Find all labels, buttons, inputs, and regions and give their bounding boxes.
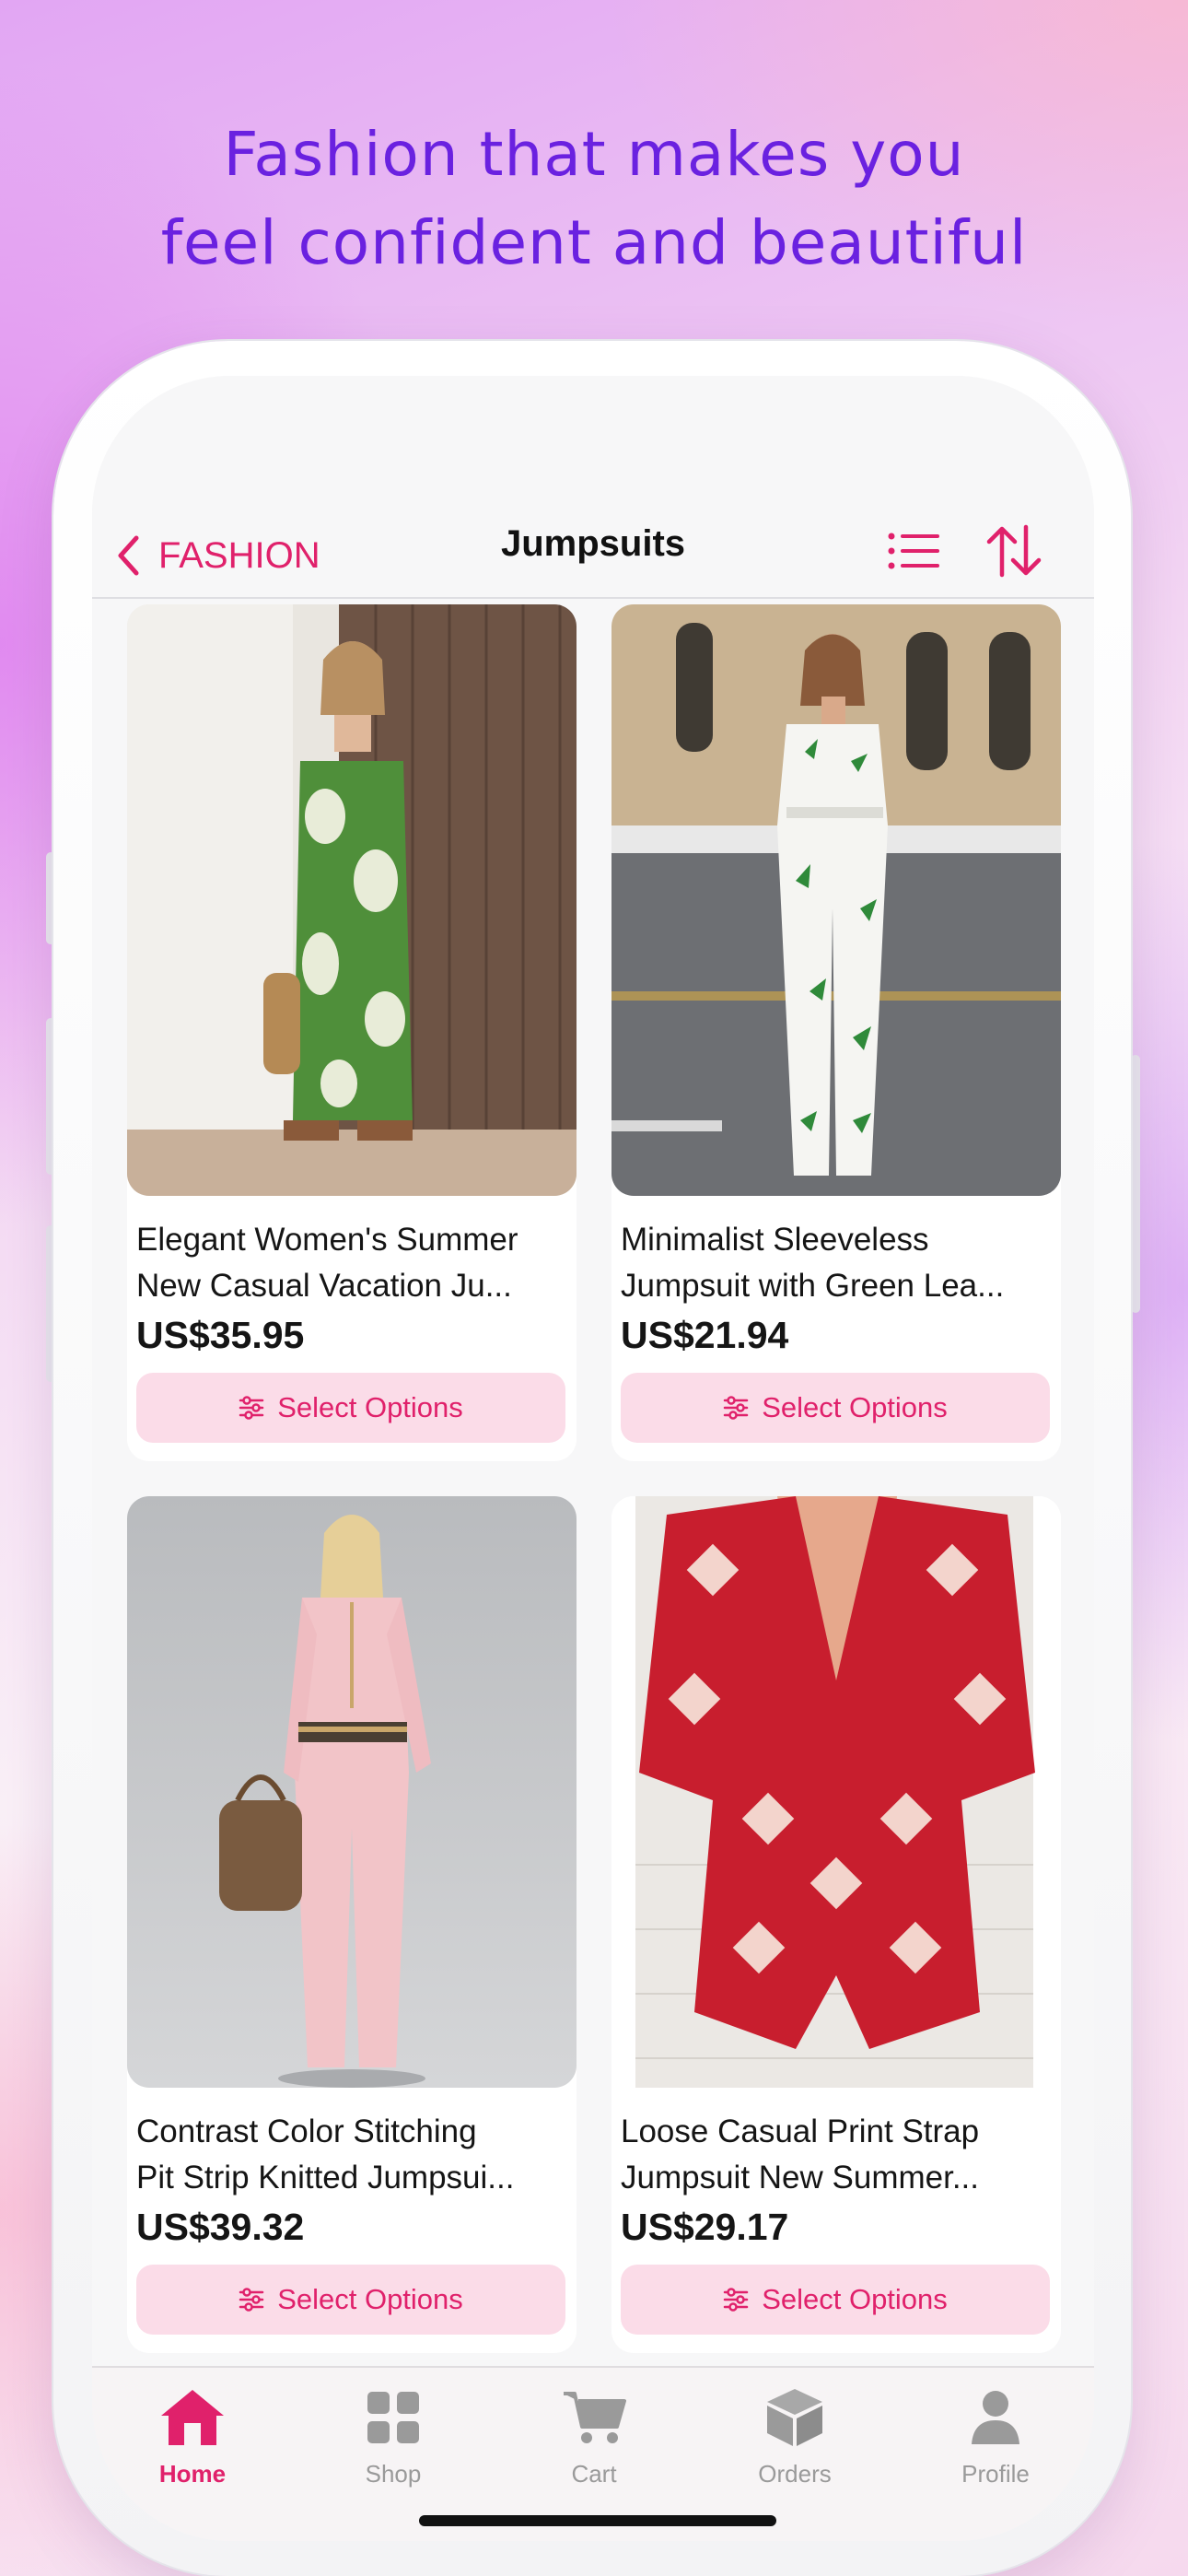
product-title-line-1: Elegant Women's Summer xyxy=(136,1222,518,1258)
product-card[interactable]: Loose Casual Print Strap Jumpsuit New Su… xyxy=(611,1496,1061,2353)
product-title[interactable]: Loose Casual Print Strap Jumpsuit New Su… xyxy=(621,2109,1052,2201)
grid-icon xyxy=(367,2392,419,2443)
product-card[interactable]: Contrast Color Stitching Pit Strip Knitt… xyxy=(127,1496,577,2353)
product-image[interactable] xyxy=(611,604,1061,1196)
product-image[interactable] xyxy=(611,1496,1061,2088)
product-title[interactable]: Minimalist Sleeveless Jumpsuit with Gree… xyxy=(621,1217,1052,1309)
product-title-line-2: Jumpsuit with Green Lea... xyxy=(621,1268,1005,1304)
sort-button[interactable] xyxy=(984,523,1044,583)
list-icon xyxy=(888,533,939,569)
tab-label: Home xyxy=(158,2460,227,2488)
product-card[interactable]: Minimalist Sleeveless Jumpsuit with Gree… xyxy=(611,604,1061,1461)
tab-label: Profile xyxy=(961,2460,1030,2488)
box-icon xyxy=(767,2389,822,2446)
headline-line-1: Fashion that makes you xyxy=(223,119,965,190)
tab-shop[interactable]: Shop xyxy=(293,2384,494,2488)
product-image[interactable] xyxy=(127,1496,577,2088)
headline-line-2: feel confident and beautiful xyxy=(160,207,1028,278)
select-options-label: Select Options xyxy=(762,2283,948,2315)
home-icon xyxy=(161,2390,224,2445)
tab-profile[interactable]: Profile xyxy=(895,2384,1094,2488)
sort-icon xyxy=(986,524,1042,578)
product-price: US$39.32 xyxy=(136,2206,305,2248)
sliders-icon xyxy=(723,2288,749,2312)
product-price: US$29.17 xyxy=(621,2206,789,2248)
tab-label: Orders xyxy=(758,2460,832,2488)
list-view-button[interactable] xyxy=(886,523,941,583)
select-options-label: Select Options xyxy=(762,1391,948,1423)
product-title-line-1: Contrast Color Stitching xyxy=(136,2113,477,2149)
product-title-line-1: Minimalist Sleeveless xyxy=(621,1222,929,1258)
product-title[interactable]: Contrast Color Stitching Pit Strip Knitt… xyxy=(136,2109,567,2201)
product-image[interactable] xyxy=(127,604,577,1196)
tab-home[interactable]: Home xyxy=(92,2384,293,2488)
product-title-line-1: Loose Casual Print Strap xyxy=(621,2113,980,2149)
navigation-bar: FASHION Jumpsuits xyxy=(92,376,1094,599)
select-options-button[interactable]: Select Options xyxy=(136,2265,565,2335)
product-title-line-2: Jumpsuit New Summer... xyxy=(621,2160,979,2195)
person-icon xyxy=(972,2391,1019,2444)
select-options-label: Select Options xyxy=(277,2283,463,2315)
sliders-icon xyxy=(239,2288,264,2312)
home-indicator[interactable] xyxy=(419,2515,776,2526)
cart-icon xyxy=(564,2392,626,2443)
marketing-headline: Fashion that makes you feel confident an… xyxy=(0,111,1188,287)
phone-screen: FASHION Jumpsuits Elegant Women's Summer… xyxy=(92,376,1094,2541)
product-title-line-2: Pit Strip Knitted Jumpsui... xyxy=(136,2160,515,2195)
select-options-button[interactable]: Select Options xyxy=(621,2265,1050,2335)
page-title: Jumpsuits xyxy=(500,523,686,564)
product-card[interactable]: Elegant Women's Summer New Casual Vacati… xyxy=(127,604,577,1461)
select-options-label: Select Options xyxy=(277,1391,463,1423)
product-title-line-2: New Casual Vacation Ju... xyxy=(136,1268,512,1304)
tab-orders[interactable]: Orders xyxy=(694,2384,895,2488)
select-options-button[interactable]: Select Options xyxy=(621,1373,1050,1443)
tab-cart[interactable]: Cart xyxy=(494,2384,694,2488)
sliders-icon xyxy=(723,1396,749,1420)
tab-label: Cart xyxy=(571,2460,617,2488)
product-title[interactable]: Elegant Women's Summer New Casual Vacati… xyxy=(136,1217,567,1309)
product-price: US$35.95 xyxy=(136,1314,305,1356)
tab-label: Shop xyxy=(365,2460,422,2488)
phone-power-button xyxy=(1131,1055,1140,1313)
select-options-button[interactable]: Select Options xyxy=(136,1373,565,1443)
product-price: US$21.94 xyxy=(621,1314,789,1356)
sliders-icon xyxy=(239,1396,264,1420)
